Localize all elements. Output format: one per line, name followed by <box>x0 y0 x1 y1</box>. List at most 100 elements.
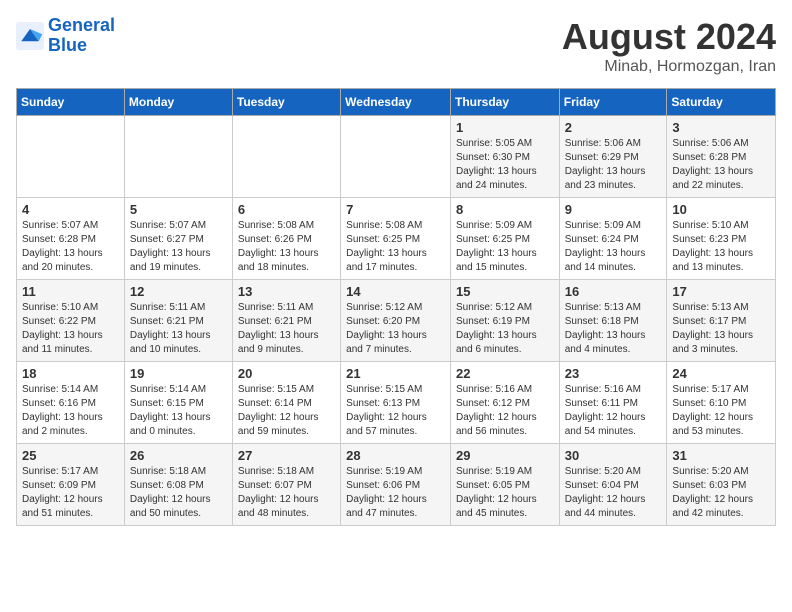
day-number: 17 <box>672 284 770 299</box>
logo-line1: General <box>48 15 115 35</box>
logo-text: General Blue <box>48 16 115 56</box>
calendar-cell-29: 29 Sunrise: 5:19 AM Sunset: 6:05 PM Dayli… <box>450 444 559 526</box>
day-number: 16 <box>565 284 662 299</box>
day-info: Sunrise: 5:14 AM Sunset: 6:16 PM Dayligh… <box>22 383 119 439</box>
calendar-cell-8: 8 Sunrise: 5:09 AM Sunset: 6:25 PM Daylig… <box>450 198 559 280</box>
calendar-cell-10: 10 Sunrise: 5:10 AM Sunset: 6:23 PM Dayli… <box>667 198 776 280</box>
calendar-cell-30: 30 Sunrise: 5:20 AM Sunset: 6:04 PM Dayli… <box>559 444 667 526</box>
day-info: Sunrise: 5:15 AM Sunset: 6:14 PM Dayligh… <box>238 383 335 439</box>
weekday-header-friday: Friday <box>559 89 667 116</box>
day-number: 15 <box>456 284 554 299</box>
location-subtitle: Minab, Hormozgan, Iran <box>562 58 776 76</box>
day-info: Sunrise: 5:11 AM Sunset: 6:21 PM Dayligh… <box>130 301 227 357</box>
calendar-cell-19: 19 Sunrise: 5:14 AM Sunset: 6:15 PM Dayli… <box>124 362 232 444</box>
calendar-cell-2: 2 Sunrise: 5:06 AM Sunset: 6:29 PM Daylig… <box>559 116 667 198</box>
day-number: 28 <box>346 448 445 463</box>
day-number: 25 <box>22 448 119 463</box>
month-year: August 2024 <box>562 16 776 58</box>
day-number: 22 <box>456 366 554 381</box>
calendar-cell-25: 25 Sunrise: 5:17 AM Sunset: 6:09 PM Dayli… <box>17 444 125 526</box>
calendar-cell-1: 1Sunrise: 5:05 AM Sunset: 6:30 PM Daylig… <box>450 116 559 198</box>
day-number: 21 <box>346 366 445 381</box>
day-info: Sunrise: 5:16 AM Sunset: 6:11 PM Dayligh… <box>565 383 662 439</box>
day-info: Sunrise: 5:06 AM Sunset: 6:29 PM Dayligh… <box>565 137 662 193</box>
day-info: Sunrise: 5:17 AM Sunset: 6:09 PM Dayligh… <box>22 465 119 521</box>
calendar-cell-3: 3 Sunrise: 5:06 AM Sunset: 6:28 PM Daylig… <box>667 116 776 198</box>
calendar-cell-24: 24Sunrise: 5:17 AM Sunset: 6:10 PM Dayli… <box>667 362 776 444</box>
weekday-header-wednesday: Wednesday <box>341 89 451 116</box>
day-number: 10 <box>672 202 770 217</box>
calendar-cell-23: 23 Sunrise: 5:16 AM Sunset: 6:11 PM Dayli… <box>559 362 667 444</box>
day-info: Sunrise: 5:07 AM Sunset: 6:28 PM Dayligh… <box>22 219 119 275</box>
day-number: 19 <box>130 366 227 381</box>
day-info: Sunrise: 5:19 AM Sunset: 6:05 PM Dayligh… <box>456 465 554 521</box>
day-info: Sunrise: 5:09 AM Sunset: 6:24 PM Dayligh… <box>565 219 662 275</box>
day-number: 7 <box>346 202 445 217</box>
title-block: August 2024 Minab, Hormozgan, Iran <box>562 16 776 76</box>
calendar-week-row: 4 Sunrise: 5:07 AM Sunset: 6:28 PM Daylig… <box>17 198 776 280</box>
calendar-cell-28: 28 Sunrise: 5:19 AM Sunset: 6:06 PM Dayli… <box>341 444 451 526</box>
calendar-week-row: 18 Sunrise: 5:14 AM Sunset: 6:16 PM Dayli… <box>17 362 776 444</box>
day-number: 2 <box>565 120 662 135</box>
day-number: 4 <box>22 202 119 217</box>
day-info: Sunrise: 5:10 AM Sunset: 6:22 PM Dayligh… <box>22 301 119 357</box>
day-number: 8 <box>456 202 554 217</box>
day-number: 30 <box>565 448 662 463</box>
day-info: Sunrise: 5:09 AM Sunset: 6:25 PM Dayligh… <box>456 219 554 275</box>
weekday-header-row: SundayMondayTuesdayWednesdayThursdayFrid… <box>17 89 776 116</box>
day-number: 9 <box>565 202 662 217</box>
day-info: Sunrise: 5:10 AM Sunset: 6:23 PM Dayligh… <box>672 219 770 275</box>
calendar-cell-13: 13 Sunrise: 5:11 AM Sunset: 6:21 PM Dayli… <box>232 280 340 362</box>
day-info: Sunrise: 5:18 AM Sunset: 6:07 PM Dayligh… <box>238 465 335 521</box>
day-info: Sunrise: 5:20 AM Sunset: 6:04 PM Dayligh… <box>565 465 662 521</box>
day-number: 24 <box>672 366 770 381</box>
day-info: Sunrise: 5:20 AM Sunset: 6:03 PM Dayligh… <box>672 465 770 521</box>
day-info: Sunrise: 5:12 AM Sunset: 6:20 PM Dayligh… <box>346 301 445 357</box>
calendar-cell-14: 14 Sunrise: 5:12 AM Sunset: 6:20 PM Dayli… <box>341 280 451 362</box>
calendar-week-row: 25 Sunrise: 5:17 AM Sunset: 6:09 PM Dayli… <box>17 444 776 526</box>
day-number: 5 <box>130 202 227 217</box>
day-info: Sunrise: 5:19 AM Sunset: 6:06 PM Dayligh… <box>346 465 445 521</box>
day-number: 14 <box>346 284 445 299</box>
calendar-cell-18: 18 Sunrise: 5:14 AM Sunset: 6:16 PM Dayli… <box>17 362 125 444</box>
weekday-header-sunday: Sunday <box>17 89 125 116</box>
day-number: 26 <box>130 448 227 463</box>
empty-cell <box>124 116 232 198</box>
calendar-cell-26: 26Sunrise: 5:18 AM Sunset: 6:08 PM Dayli… <box>124 444 232 526</box>
day-number: 3 <box>672 120 770 135</box>
calendar-cell-11: 11Sunrise: 5:10 AM Sunset: 6:22 PM Dayli… <box>17 280 125 362</box>
calendar-cell-21: 21Sunrise: 5:15 AM Sunset: 6:13 PM Dayli… <box>341 362 451 444</box>
weekday-header-saturday: Saturday <box>667 89 776 116</box>
weekday-header-tuesday: Tuesday <box>232 89 340 116</box>
day-number: 27 <box>238 448 335 463</box>
calendar-week-row: 11Sunrise: 5:10 AM Sunset: 6:22 PM Dayli… <box>17 280 776 362</box>
calendar-cell-4: 4 Sunrise: 5:07 AM Sunset: 6:28 PM Daylig… <box>17 198 125 280</box>
day-info: Sunrise: 5:14 AM Sunset: 6:15 PM Dayligh… <box>130 383 227 439</box>
day-number: 23 <box>565 366 662 381</box>
calendar-cell-15: 15 Sunrise: 5:12 AM Sunset: 6:19 PM Dayli… <box>450 280 559 362</box>
day-info: Sunrise: 5:12 AM Sunset: 6:19 PM Dayligh… <box>456 301 554 357</box>
page-header: General Blue August 2024 Minab, Hormozga… <box>16 16 776 76</box>
day-number: 1 <box>456 120 554 135</box>
calendar-week-row: 1Sunrise: 5:05 AM Sunset: 6:30 PM Daylig… <box>17 116 776 198</box>
calendar-cell-31: 31 Sunrise: 5:20 AM Sunset: 6:03 PM Dayli… <box>667 444 776 526</box>
day-info: Sunrise: 5:11 AM Sunset: 6:21 PM Dayligh… <box>238 301 335 357</box>
calendar-cell-17: 17 Sunrise: 5:13 AM Sunset: 6:17 PM Dayli… <box>667 280 776 362</box>
empty-cell <box>341 116 451 198</box>
day-info: Sunrise: 5:08 AM Sunset: 6:25 PM Dayligh… <box>346 219 445 275</box>
day-number: 31 <box>672 448 770 463</box>
empty-cell <box>232 116 340 198</box>
day-number: 18 <box>22 366 119 381</box>
calendar-cell-5: 5Sunrise: 5:07 AM Sunset: 6:27 PM Daylig… <box>124 198 232 280</box>
day-info: Sunrise: 5:06 AM Sunset: 6:28 PM Dayligh… <box>672 137 770 193</box>
calendar-cell-20: 20Sunrise: 5:15 AM Sunset: 6:14 PM Dayli… <box>232 362 340 444</box>
day-info: Sunrise: 5:13 AM Sunset: 6:17 PM Dayligh… <box>672 301 770 357</box>
calendar-cell-7: 7 Sunrise: 5:08 AM Sunset: 6:25 PM Daylig… <box>341 198 451 280</box>
calendar-cell-22: 22Sunrise: 5:16 AM Sunset: 6:12 PM Dayli… <box>450 362 559 444</box>
calendar-table: SundayMondayTuesdayWednesdayThursdayFrid… <box>16 88 776 526</box>
calendar-cell-27: 27 Sunrise: 5:18 AM Sunset: 6:07 PM Dayli… <box>232 444 340 526</box>
weekday-header-thursday: Thursday <box>450 89 559 116</box>
day-number: 12 <box>130 284 227 299</box>
day-number: 13 <box>238 284 335 299</box>
day-number: 29 <box>456 448 554 463</box>
